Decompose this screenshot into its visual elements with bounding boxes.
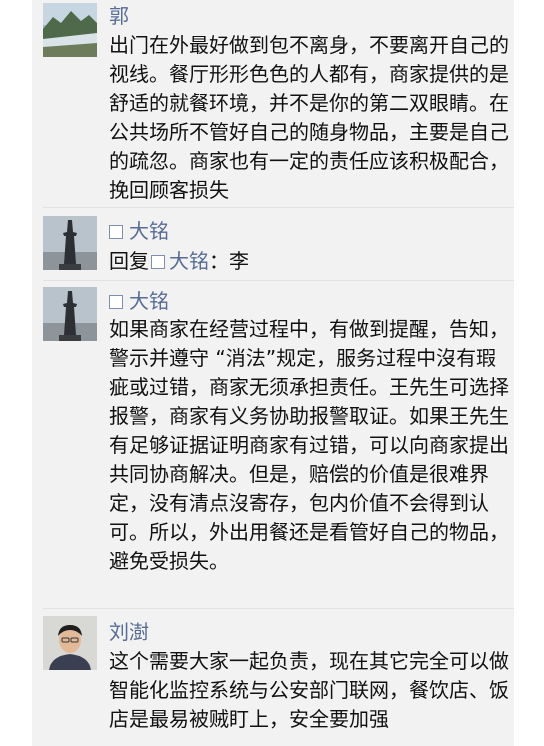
reply-text: 李 bbox=[229, 249, 249, 273]
comment-author[interactable]: 大铭 bbox=[109, 289, 169, 313]
divider bbox=[43, 207, 514, 208]
avatar[interactable] bbox=[43, 287, 97, 341]
comment-text: 回复 大铭：李 bbox=[109, 247, 509, 276]
divider bbox=[43, 608, 514, 609]
person-avatar-icon bbox=[43, 616, 97, 670]
reply-to-name[interactable]: 大铭 bbox=[169, 249, 209, 273]
avatar[interactable] bbox=[43, 3, 97, 57]
avatar[interactable] bbox=[43, 216, 97, 270]
comment-text: 这个需要大家一起负责，现在其它完全可以做智能化监控系统与公安部门联网，餐饮店、饭… bbox=[109, 649, 509, 731]
reply-prefix: 回复 bbox=[109, 249, 149, 273]
comment-author[interactable]: 刘澍 bbox=[109, 620, 149, 644]
comment-author[interactable]: 大铭 bbox=[109, 219, 169, 243]
avatar[interactable] bbox=[43, 616, 97, 670]
divider bbox=[43, 280, 514, 281]
tower-avatar-icon bbox=[43, 287, 97, 341]
checkbox-icon bbox=[151, 255, 165, 269]
landscape-avatar-icon bbox=[43, 3, 97, 57]
comment-author[interactable]: 郭 bbox=[109, 4, 129, 28]
checkbox-icon bbox=[109, 225, 123, 239]
tower-avatar-icon bbox=[43, 216, 97, 270]
reply-separator: ： bbox=[209, 249, 229, 273]
comment-text: 如果商家在经营过程中，有做到提醒，告知，警示并遵守 “消法”规定，服务过程中沒有… bbox=[109, 317, 509, 573]
comment-text: 出门在外最好做到包不离身，不要离开自己的视线。餐厅形形色色的人都有，商家提供的是… bbox=[109, 33, 509, 202]
checkbox-icon bbox=[109, 295, 123, 309]
